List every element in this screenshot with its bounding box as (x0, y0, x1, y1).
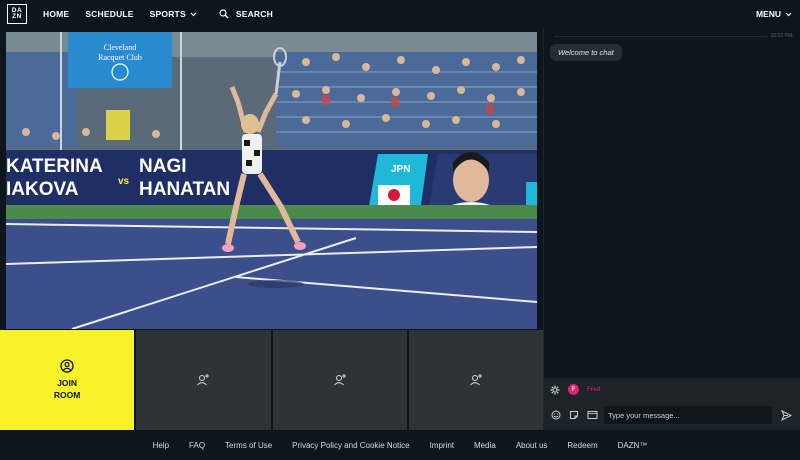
footer-link-privacy[interactable]: Privacy Policy and Cookie Notice (292, 441, 409, 450)
chat-username: Fred (587, 386, 601, 393)
invite-slot-2[interactable] (272, 330, 407, 430)
invite-slot-1[interactable] (136, 330, 271, 430)
nav-sports[interactable]: SPORTS (150, 9, 197, 19)
sticker-icon[interactable] (568, 409, 580, 421)
nav-search[interactable]: SEARCH (219, 9, 273, 19)
main-nav: HOME SCHEDULE SPORTS SEARCH (43, 9, 273, 19)
chevron-down-icon (190, 12, 197, 16)
chat-panel: 10:52 PM Welcome to chat F Fred (543, 28, 800, 430)
add-user-icon (469, 374, 482, 386)
footer-link-dazn[interactable]: DAZN™ (618, 441, 648, 450)
emoji-icon[interactable] (550, 409, 562, 421)
footer-link-about[interactable]: About us (516, 441, 548, 450)
video-frame: Cleveland Racquet Club KATERINA IAKOVA v… (6, 32, 537, 329)
join-room-button[interactable]: JOIN ROOM (0, 330, 135, 430)
chat-input-row (550, 406, 796, 424)
sign-text-line2: Racquet Club (98, 53, 142, 62)
room-tiles: JOIN ROOM (0, 330, 543, 430)
nav-home[interactable]: HOME (43, 9, 69, 19)
board-left-top: KATERINA (6, 156, 103, 177)
board-right-bottom: HANATAN (139, 179, 230, 200)
message-input[interactable] (604, 406, 772, 424)
board-vs: vs (118, 176, 130, 187)
footer-link-redeem[interactable]: Redeem (567, 441, 597, 450)
sign-text-line1: Cleveland (104, 43, 136, 52)
top-nav-bar: DA ZN HOME SCHEDULE SPORTS SEARCH MENU (0, 0, 800, 28)
add-user-icon (197, 374, 210, 386)
video-player[interactable]: Cleveland Racquet Club KATERINA IAKOVA v… (6, 32, 537, 329)
footer-link-media[interactable]: Media (474, 441, 496, 450)
settings-icon[interactable] (550, 385, 560, 395)
send-icon[interactable] (780, 409, 792, 421)
invite-slot-3[interactable] (408, 330, 543, 430)
avatar: F (568, 384, 579, 395)
welcome-message: Welcome to chat (550, 44, 622, 61)
add-user-icon (333, 374, 346, 386)
gif-icon[interactable] (586, 409, 598, 421)
join-room-label: JOIN ROOM (53, 378, 81, 400)
user-circle-icon (60, 359, 74, 373)
menu-button[interactable]: MENU (756, 0, 792, 28)
footer-link-faq[interactable]: FAQ (189, 441, 205, 450)
footer-links: Help FAQ Terms of Use Privacy Policy and… (0, 430, 800, 460)
footer-link-help[interactable]: Help (153, 441, 169, 450)
footer-link-imprint[interactable]: Imprint (430, 441, 454, 450)
nav-schedule[interactable]: SCHEDULE (85, 9, 133, 19)
footer-link-terms[interactable]: Terms of Use (225, 441, 272, 450)
country-code: JPN (391, 164, 410, 175)
board-right-top: NAGI (139, 156, 187, 177)
dazn-logo[interactable]: DA ZN (7, 4, 27, 24)
search-icon (219, 9, 229, 19)
chat-user-row: F Fred (550, 384, 600, 395)
chat-timestamp: 10:52 PM (766, 33, 792, 39)
board-left-bottom: IAKOVA (6, 179, 79, 200)
chevron-down-icon (785, 12, 792, 16)
chat-composer: F Fred (544, 378, 800, 430)
chat-divider (554, 36, 794, 37)
